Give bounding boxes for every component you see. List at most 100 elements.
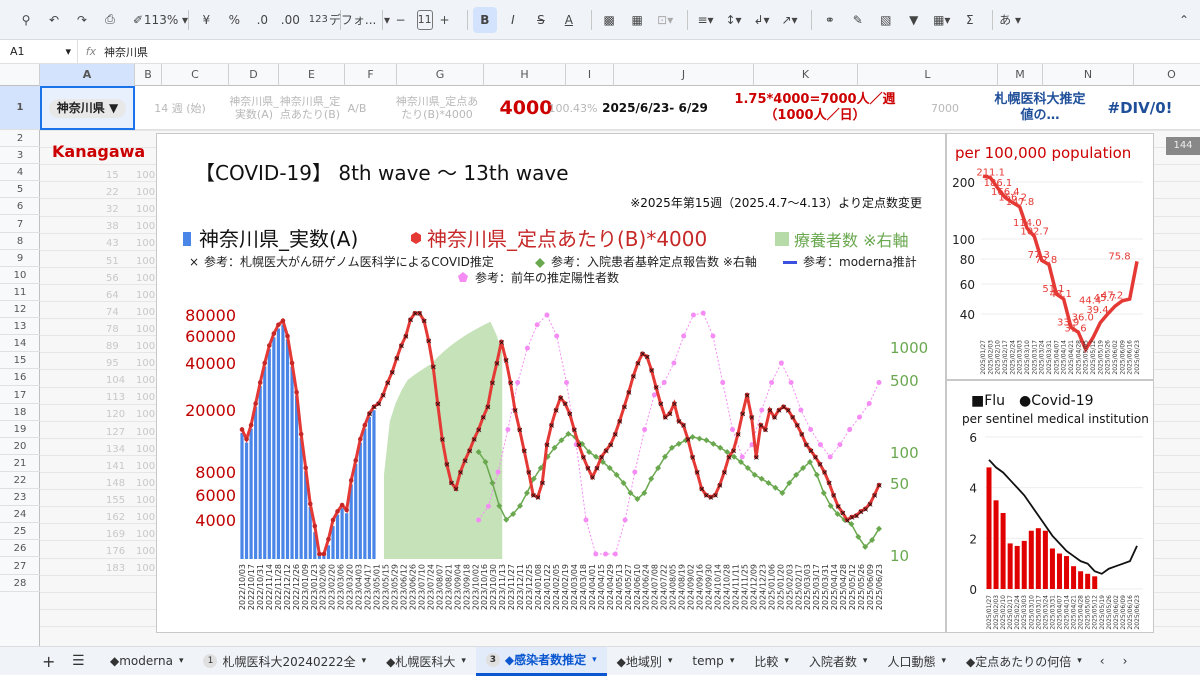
column-header-I[interactable]: I — [566, 64, 614, 86]
row-header-3[interactable]: 3 — [0, 147, 40, 164]
collapse-toolbar-icon[interactable]: ⌃ — [1172, 7, 1196, 33]
cell-j1[interactable]: 2025/6/23- 6/29 — [600, 86, 710, 130]
row-header-15[interactable]: 15 — [0, 352, 40, 369]
font-size-input[interactable]: 11 — [417, 10, 433, 30]
scroll-left-icon[interactable]: ‹ — [1100, 654, 1105, 668]
cell-o1[interactable]: #DIV/0! — [1090, 86, 1190, 130]
main-chart[interactable]: 【COVID-19】 8th wave 〜 13th wave ※2025年第1… — [156, 133, 946, 633]
functions-button[interactable]: Σ — [958, 7, 982, 33]
currency-button[interactable]: ¥ — [194, 7, 218, 33]
row-header-5[interactable]: 5 — [0, 181, 40, 198]
row-header-23[interactable]: 23 — [0, 489, 40, 506]
row-header-11[interactable]: 11 — [0, 284, 40, 301]
tab-menu-arrow-icon[interactable]: ▾ — [941, 656, 946, 666]
column-header-D[interactable]: D — [229, 64, 279, 86]
increase-decimal-button[interactable]: .00 — [278, 7, 302, 33]
borders-icon[interactable]: ▦ — [625, 7, 649, 33]
tab-menu-arrow-icon[interactable]: ▾ — [179, 656, 184, 666]
cell-d1[interactable]: 神奈川県_実数(A) — [228, 86, 280, 130]
sheet-tab[interactable]: ◆moderna▾ — [100, 647, 193, 676]
tab-menu-arrow-icon[interactable]: ▾ — [1077, 656, 1082, 666]
column-header-G[interactable]: G — [397, 64, 484, 86]
column-header-N[interactable]: N — [1043, 64, 1134, 86]
cell-f1[interactable]: A/B — [344, 86, 370, 130]
cell-i1[interactable]: 100.43% — [544, 86, 602, 130]
print-icon[interactable]: ⎙ — [98, 7, 122, 33]
row-header-2[interactable]: 2 — [0, 130, 40, 147]
cell-e1[interactable]: 神奈川県_定点あたり(B) — [278, 86, 342, 130]
zoom-select[interactable]: 113% ▾ — [154, 7, 178, 33]
tab-menu-arrow-icon[interactable]: ▾ — [784, 656, 789, 666]
decrease-decimal-button[interactable]: .0 — [250, 7, 274, 33]
column-header-C[interactable]: C — [162, 64, 229, 86]
row-header-21[interactable]: 21 — [0, 455, 40, 472]
font-size-decrease-button[interactable]: − — [389, 7, 413, 33]
text-color-button[interactable]: A — [557, 7, 581, 33]
region-dropdown[interactable]: 神奈川県 ▼ — [49, 99, 126, 118]
row-header-27[interactable]: 27 — [0, 558, 40, 575]
column-header-M[interactable]: M — [998, 64, 1043, 86]
vertical-align-icon[interactable]: ↕▾ — [721, 7, 745, 33]
column-header-A[interactable]: A — [40, 64, 135, 86]
filter-views-icon[interactable]: ▦▾ — [930, 7, 954, 33]
undo-icon[interactable]: ↶ — [42, 7, 66, 33]
row-header-16[interactable]: 16 — [0, 369, 40, 386]
percent-button[interactable]: % — [222, 7, 246, 33]
row-header-14[interactable]: 14 — [0, 335, 40, 352]
scroll-right-icon[interactable]: › — [1123, 654, 1128, 668]
tab-menu-arrow-icon[interactable]: ▾ — [863, 656, 868, 666]
redo-icon[interactable]: ↷ — [70, 7, 94, 33]
row-header-10[interactable]: 10 — [0, 267, 40, 284]
sheet-tab[interactable]: 比較▾ — [744, 647, 799, 676]
tab-menu-arrow-icon[interactable]: ▾ — [362, 656, 367, 666]
insert-comment-icon[interactable]: ✎ — [846, 7, 870, 33]
cell-m1[interactable]: 7000 — [920, 86, 970, 130]
row-header-1[interactable]: 1 — [0, 86, 40, 130]
row-header-13[interactable]: 13 — [0, 318, 40, 335]
insert-chart-icon[interactable]: ▧ — [874, 7, 898, 33]
sheet-tab[interactable]: 入院者数▾ — [799, 647, 878, 676]
strikethrough-button[interactable]: S — [529, 7, 553, 33]
row-header-28[interactable]: 28 — [0, 575, 40, 592]
corner-cell[interactable] — [0, 64, 40, 86]
tab-menu-arrow-icon[interactable]: ▾ — [730, 656, 735, 666]
row-header-9[interactable]: 9 — [0, 250, 40, 267]
sheet-tab[interactable]: ◆地域別▾ — [607, 647, 683, 676]
sheet-tab[interactable]: 人口動態▾ — [877, 647, 956, 676]
column-header-J[interactable]: J — [614, 64, 754, 86]
cell-n1[interactable]: 札幌医科大推定値の… — [990, 86, 1090, 130]
horizontal-align-icon[interactable]: ≡▾ — [693, 7, 717, 33]
tab-menu-arrow-icon[interactable]: ▾ — [592, 655, 597, 665]
row-header-25[interactable]: 25 — [0, 523, 40, 540]
row-header-20[interactable]: 20 — [0, 438, 40, 455]
input-tools-button[interactable]: あ ▾ — [998, 7, 1022, 33]
row-header-17[interactable]: 17 — [0, 387, 40, 404]
column-header-K[interactable]: K — [754, 64, 858, 86]
fill-color-icon[interactable]: ▩ — [597, 7, 621, 33]
column-header-B[interactable]: B — [135, 64, 162, 86]
sheet-tab[interactable]: 1札幌医科大20240222全▾ — [193, 647, 376, 676]
tab-menu-arrow-icon[interactable]: ▾ — [461, 656, 466, 666]
number-format-button[interactable]: 123 — [306, 7, 330, 33]
italic-button[interactable]: I — [501, 7, 525, 33]
flu-covid-chart[interactable]: ■Flu ●Covid-19 per sentinel medical inst… — [946, 380, 1154, 633]
search-menus-icon[interactable]: ⚲ — [14, 7, 38, 33]
cell-a1[interactable]: 神奈川県 ▼ — [40, 86, 135, 130]
column-header-O[interactable]: O — [1134, 64, 1200, 86]
add-sheet-icon[interactable]: + — [42, 652, 55, 671]
formula-input[interactable]: 神奈川県 — [104, 44, 148, 60]
row-header-19[interactable]: 19 — [0, 421, 40, 438]
text-rotation-icon[interactable]: ↗▾ — [777, 7, 801, 33]
column-header-F[interactable]: F — [345, 64, 397, 86]
row-header-7[interactable]: 7 — [0, 216, 40, 233]
column-header-H[interactable]: H — [484, 64, 566, 86]
row-header-22[interactable]: 22 — [0, 472, 40, 489]
bold-button[interactable]: B — [473, 7, 497, 33]
tab-menu-arrow-icon[interactable]: ▾ — [668, 656, 673, 666]
filter-icon[interactable]: ▼ — [902, 7, 926, 33]
all-sheets-icon[interactable]: ☰ — [72, 653, 85, 669]
cell-b1[interactable]: 14 週 (始) — [140, 86, 220, 130]
column-header-L[interactable]: L — [858, 64, 998, 86]
row-header-6[interactable]: 6 — [0, 198, 40, 215]
cell-g1[interactable]: 神奈川県_定点あたり(B)*4000 — [395, 86, 479, 130]
